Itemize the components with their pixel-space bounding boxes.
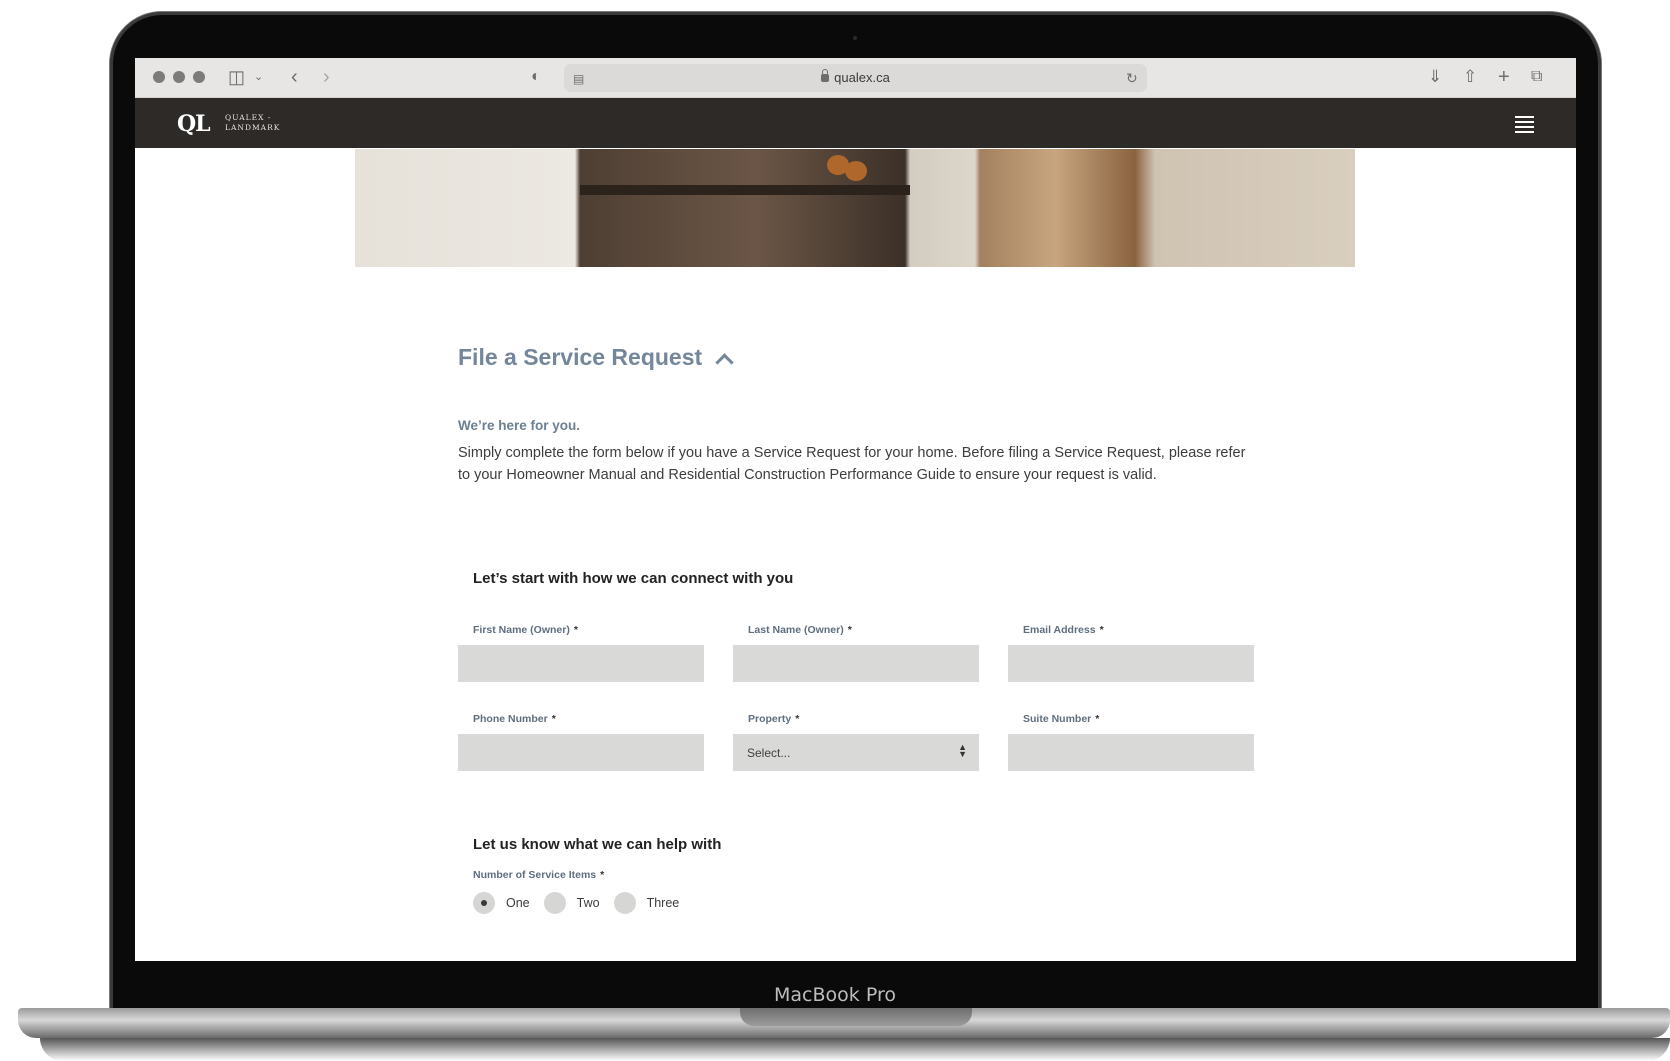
- download-icon[interactable]: ⇓: [1428, 66, 1442, 88]
- logo-text[interactable]: QUALEX - LANDMARK: [225, 113, 280, 133]
- radio-three[interactable]: Three: [613, 892, 680, 914]
- menu-icon[interactable]: [1515, 116, 1534, 133]
- tab-overview-icon[interactable]: ⧉: [1531, 66, 1542, 88]
- section-title[interactable]: File a Service Request: [458, 344, 734, 372]
- property-select[interactable]: Select... ▲ ▼: [733, 734, 979, 771]
- email-label: Email Address *: [1023, 624, 1104, 636]
- radio-three-dot[interactable]: [613, 892, 636, 914]
- contact-heading: Let’s start with how we can connect with…: [473, 570, 794, 587]
- radio-two-label: Two: [576, 896, 600, 910]
- url-text: qualex.ca: [834, 70, 890, 85]
- back-icon[interactable]: ‹: [291, 66, 298, 88]
- new-tab-icon[interactable]: +: [1498, 66, 1510, 88]
- phone-input[interactable]: [458, 734, 704, 771]
- window-zoom-dot[interactable]: [193, 71, 205, 83]
- property-field: Property * Select... ▲ ▼: [733, 713, 979, 771]
- service-items-label: Number of Service Items *: [473, 869, 605, 881]
- select-arrows-icon: ▲ ▼: [958, 742, 967, 759]
- last-name-field: Last Name (Owner) *: [733, 624, 979, 682]
- laptop-shadow: [40, 1038, 1670, 1061]
- suite-label: Suite Number *: [1023, 713, 1100, 725]
- hero-image: [355, 149, 1355, 267]
- section-title-text: File a Service Request: [458, 344, 703, 370]
- reload-icon[interactable]: ↻: [1126, 67, 1138, 89]
- radio-one[interactable]: One: [473, 892, 530, 914]
- email-input[interactable]: [1008, 645, 1254, 682]
- radio-three-label: Three: [646, 896, 680, 910]
- last-name-input[interactable]: [733, 645, 979, 682]
- hero-shelf: [580, 185, 910, 195]
- share-icon[interactable]: ⇧: [1463, 66, 1477, 88]
- laptop-notch: [740, 1008, 972, 1026]
- radio-two-dot[interactable]: [543, 892, 566, 914]
- sidebar-toggle-icon[interactable]: ◫: [228, 66, 245, 88]
- privacy-shield-icon[interactable]: ◐: [531, 66, 541, 88]
- first-name-field: First Name (Owner) *: [458, 624, 704, 682]
- logo-line-1: QUALEX -: [225, 113, 272, 122]
- property-select-value: Select...: [747, 746, 791, 760]
- service-items-radio-group: One Two Three: [473, 892, 693, 914]
- email-field: Email Address *: [1008, 624, 1254, 682]
- phone-label: Phone Number *: [473, 713, 556, 725]
- first-name-input[interactable]: [458, 645, 704, 682]
- phone-field: Phone Number *: [458, 713, 704, 771]
- suite-field: Suite Number *: [1008, 713, 1254, 771]
- radio-one-dot[interactable]: [473, 892, 495, 914]
- tagline: We’re here for you.: [458, 418, 581, 433]
- browser-toolbar: ◫ ⌄ ‹ › ◐ ▤ qualex.ca ↻ ⇓ ⇧ + ⧉: [135, 58, 1576, 98]
- logo-line-2: LANDMARK: [225, 123, 281, 132]
- window-minimize-dot[interactable]: [173, 71, 185, 83]
- hero-fruit: [845, 161, 867, 181]
- last-name-label: Last Name (Owner) *: [748, 624, 852, 636]
- window-close-dot[interactable]: [153, 71, 165, 83]
- suite-input[interactable]: [1008, 734, 1254, 771]
- browser-window: ◫ ⌄ ‹ › ◐ ▤ qualex.ca ↻ ⇓ ⇧ + ⧉ QL QUALE…: [135, 58, 1576, 961]
- logo-mark[interactable]: QL: [177, 111, 211, 137]
- address-bar[interactable]: ▤ qualex.ca ↻: [564, 64, 1147, 92]
- forward-icon[interactable]: ›: [323, 66, 330, 88]
- help-heading: Let us know what we can help with: [473, 836, 722, 853]
- radio-two[interactable]: Two: [543, 892, 600, 914]
- first-name-label: First Name (Owner) *: [473, 624, 578, 636]
- chevron-up-icon[interactable]: [715, 353, 734, 372]
- site-header: QL QUALEX - LANDMARK: [135, 98, 1576, 148]
- chevron-down-icon[interactable]: ⌄: [254, 66, 263, 88]
- device-label: MacBook Pro: [774, 984, 896, 1006]
- lock-icon: [821, 69, 830, 82]
- radio-one-label: One: [506, 896, 530, 910]
- camera: [853, 36, 857, 40]
- intro-text: Simply complete the form below if you ha…: [458, 445, 1246, 483]
- property-label: Property *: [748, 713, 800, 725]
